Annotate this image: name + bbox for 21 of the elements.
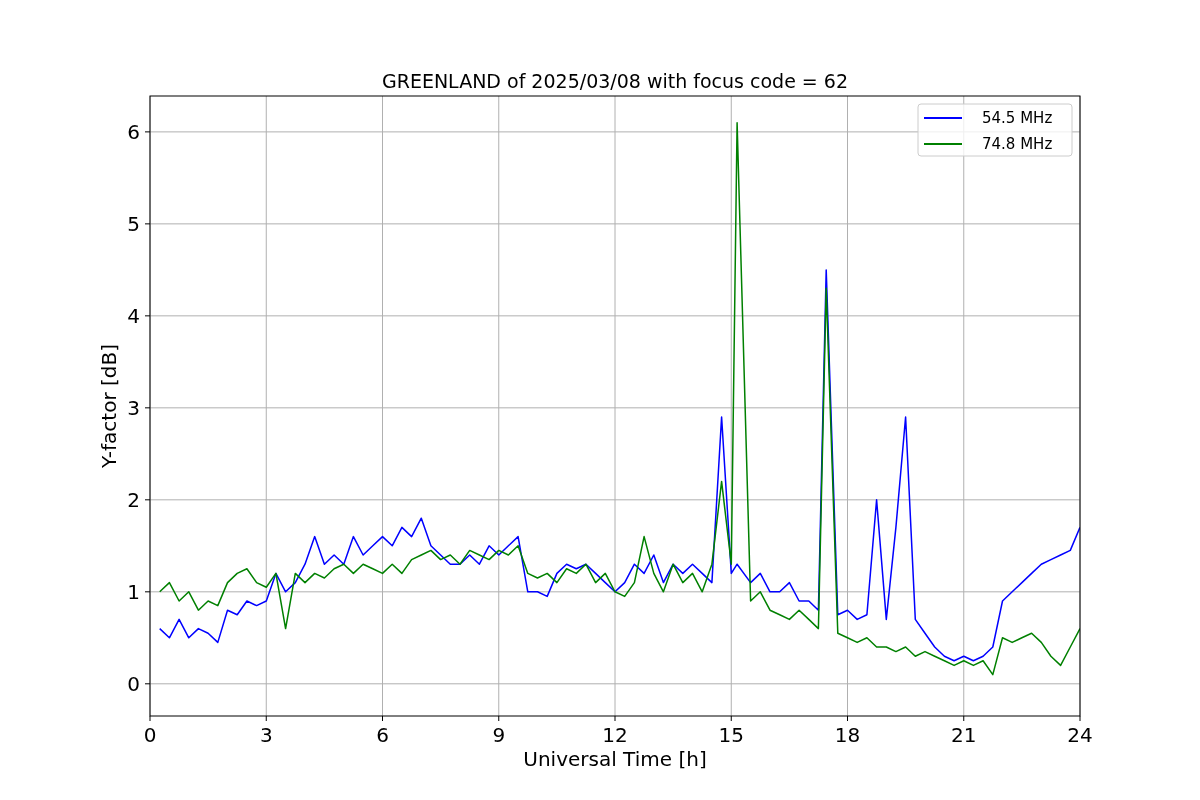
x-tick-label: 3 [259,723,273,747]
y-tick-label: 2 [127,487,140,512]
x-tick-label: 0 [143,723,157,747]
x-axis-label: Universal Time [h] [523,747,707,771]
y-tick-label: 3 [127,395,140,420]
y-tick-label: 4 [127,303,140,328]
legend-label: 74.8 MHz [982,135,1053,153]
x-tick-label: 9 [492,723,506,747]
x-tick-label: 15 [718,723,744,747]
y-tick-label: 6 [127,119,140,144]
y-tick-label: 5 [127,211,140,236]
x-tick-label: 18 [834,723,861,747]
x-tick-label: 6 [376,723,389,747]
y-tick-label: 1 [127,579,140,604]
y-axis-label: Y-factor [dB] [97,344,121,468]
x-tick-label: 12 [602,723,628,747]
x-tick-label: 24 [1067,723,1093,747]
x-tick-label: 21 [951,723,977,747]
legend-label: 54.5 MHz [982,109,1053,127]
chart-title: GREENLAND of 2025/03/08 with focus code = 62 [382,70,848,92]
y-tick-label: 0 [127,671,140,696]
